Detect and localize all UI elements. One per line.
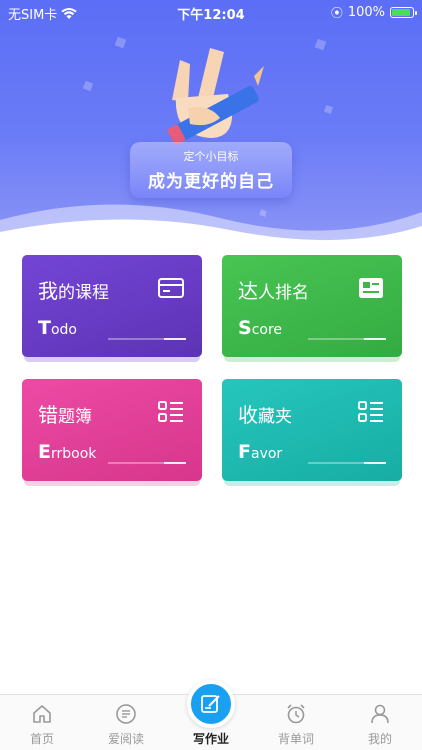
alarm-icon	[287, 704, 305, 724]
card-sub-initial: S	[238, 317, 252, 339]
credit-card-icon	[158, 278, 184, 298]
card-favorites[interactable]: 收藏夹 Favor	[222, 379, 402, 481]
card-title-rest: 藏夹	[258, 407, 292, 427]
battery-icon	[390, 7, 417, 18]
status-bar: 无SIM卡 下午12:04 ⦿ 100%	[0, 0, 422, 24]
hand-pencil-illustration	[167, 48, 264, 145]
card-sub-initial: E	[38, 441, 51, 463]
card-error-book[interactable]: 错题簿 Errbook	[22, 379, 202, 481]
card-leaderboard[interactable]: 达人排名 Score	[222, 255, 402, 357]
decor-square	[314, 38, 327, 51]
read-icon	[116, 704, 136, 724]
decor-square	[324, 105, 333, 114]
card-title-rest: 人排名	[258, 283, 309, 303]
tab-label: 我的	[367, 732, 392, 746]
card-sub-initial: F	[238, 441, 251, 463]
card-sub-initial: T	[38, 317, 51, 339]
user-icon	[371, 704, 389, 724]
tab-profile[interactable]: 我的	[338, 695, 422, 750]
tab-label: 背单词	[277, 732, 314, 746]
card-sub-rest: odo	[50, 322, 77, 338]
card-title-rest: 题簿	[58, 407, 92, 427]
tab-label: 写作业	[192, 732, 229, 746]
card-title-rest: 的课程	[58, 283, 109, 303]
card-title-first: 错	[38, 403, 58, 427]
id-card-icon	[359, 278, 383, 298]
goal-subtitle: 定个小目标	[183, 150, 239, 163]
card-indicator	[308, 338, 386, 340]
card-indicator	[108, 462, 186, 464]
decor-square	[82, 80, 94, 92]
hero-banner: 定个小目标 成为更好的自己	[0, 0, 422, 250]
card-sub-rest: rrbook	[50, 446, 97, 462]
tab-home[interactable]: 首页	[0, 695, 84, 750]
card-sub-rest: core	[251, 322, 283, 338]
list-icon	[158, 401, 183, 422]
battery-percent: 100%	[347, 5, 385, 20]
card-title-first: 收	[238, 403, 258, 427]
tab-vocabulary[interactable]: 背单词	[254, 695, 338, 750]
card-my-courses[interactable]: 我的课程 Todo	[22, 255, 202, 357]
list-icon	[358, 401, 383, 422]
home-icon	[33, 705, 51, 723]
tab-reading[interactable]: 爱阅读	[84, 695, 168, 750]
card-indicator	[108, 338, 186, 340]
homework-button[interactable]	[187, 680, 235, 728]
goal-title: 成为更好的自己	[148, 172, 274, 192]
card-title-first: 我	[38, 279, 58, 303]
hero-wave	[0, 204, 422, 250]
card-indicator	[308, 462, 386, 464]
decor-square	[114, 36, 127, 49]
edit-icon	[201, 695, 220, 713]
card-sub-rest: avor	[250, 446, 283, 462]
card-title-first: 达	[238, 279, 258, 303]
orientation-lock-icon: ⦿	[330, 6, 343, 20]
tab-label: 首页	[29, 732, 54, 746]
tab-label: 爱阅读	[107, 732, 144, 746]
